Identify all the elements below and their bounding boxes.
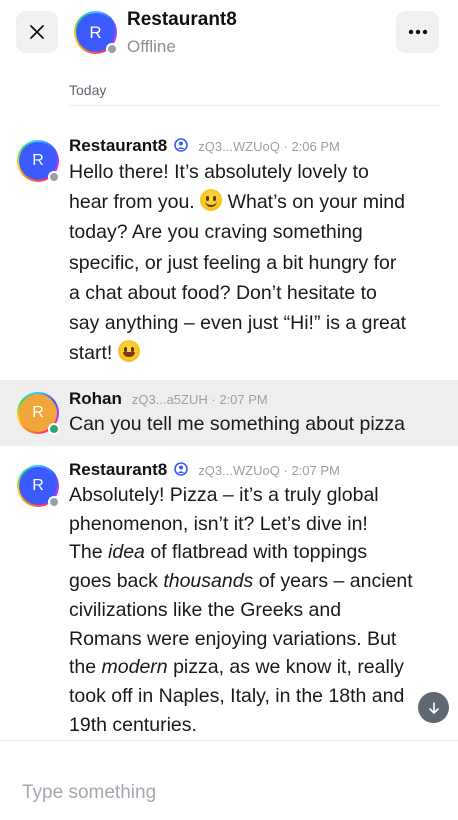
arrow-down-icon <box>428 701 439 714</box>
sender-address: zQ3...a5ZUH <box>131 392 208 407</box>
message-item[interactable]: R Restaurant8 zQ3...WZUoQ · 2:06 PM Hell… <box>0 126 458 386</box>
close-button[interactable] <box>16 11 58 53</box>
contact-avatar[interactable]: R <box>74 11 118 55</box>
message-item[interactable]: R Rohan zQ3...a5ZUH · 2:07 PM Can you te… <box>0 380 458 446</box>
offline-status-dot <box>48 171 60 183</box>
sender-address: zQ3...WZUoQ <box>198 139 280 154</box>
message-text: Absolutely! Pizza – it’s a truly global … <box>69 484 413 736</box>
more-options-button[interactable] <box>396 11 439 53</box>
sender-avatar[interactable]: R <box>17 140 60 183</box>
sender-avatar[interactable]: R <box>17 465 60 508</box>
sender-avatar[interactable]: R <box>17 392 60 435</box>
message-time: 2:06 PM <box>291 139 340 154</box>
chat-header: R Restaurant8 Offline <box>0 0 458 70</box>
close-icon <box>30 25 44 39</box>
message-text: Can you tell me something about pizza <box>69 413 406 435</box>
message-item[interactable]: R Restaurant8 zQ3...WZUoQ · 2:07 PM Abso… <box>0 451 458 740</box>
avatar-letter: R <box>32 404 44 421</box>
contact-name: Restaurant8 <box>127 9 237 30</box>
scroll-to-bottom-button[interactable] <box>418 692 449 723</box>
message-time: 2:07 PM <box>219 392 268 407</box>
day-separator-label: Today <box>69 82 107 98</box>
verified-badge-icon <box>174 138 189 152</box>
contact-status: Offline <box>127 37 176 56</box>
message-composer <box>0 741 458 820</box>
smiling-face-emoji-icon <box>200 189 223 212</box>
online-status-dot <box>48 423 60 435</box>
message-input[interactable] <box>22 782 422 804</box>
offline-status-dot <box>106 43 118 55</box>
sender-address: zQ3...WZUoQ <box>198 463 280 478</box>
avatar-letter: R <box>89 22 102 42</box>
sender-name[interactable]: Restaurant8 <box>69 460 167 480</box>
message-list[interactable]: R Restaurant8 zQ3...WZUoQ · 2:06 PM Hell… <box>0 106 458 740</box>
message-time: 2:07 PM <box>291 463 340 478</box>
grinning-face-emoji-icon <box>117 340 140 363</box>
sender-name[interactable]: Rohan <box>69 389 122 409</box>
offline-status-dot <box>48 496 60 508</box>
avatar-letter: R <box>32 477 44 494</box>
avatar-letter: R <box>32 152 44 169</box>
verified-badge-icon <box>174 462 189 476</box>
sender-name[interactable]: Restaurant8 <box>69 136 167 156</box>
more-horizontal-icon <box>408 29 427 35</box>
message-text: Hello there! It’s absolutely lovely to h… <box>69 161 407 365</box>
